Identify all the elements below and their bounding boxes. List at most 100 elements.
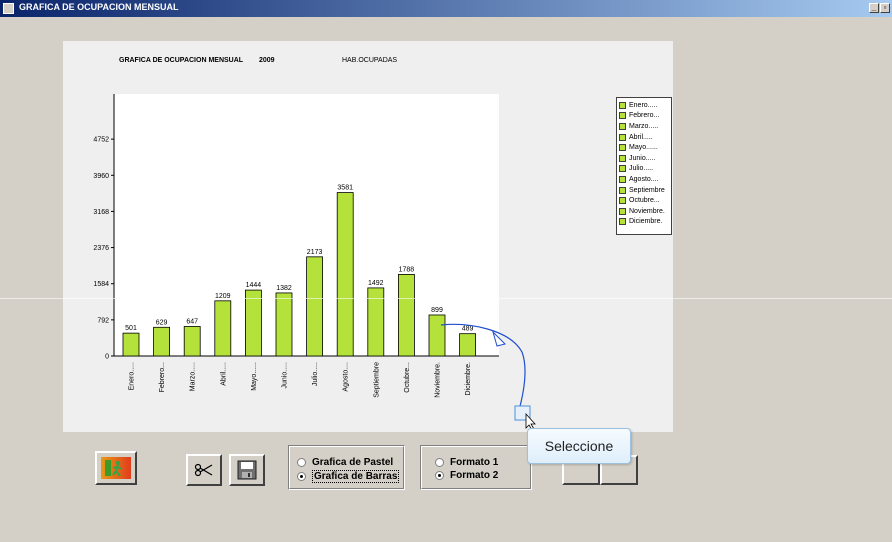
chart-type-group: Grafica de Pastel Grafica de Barras — [288, 445, 405, 490]
bar — [275, 292, 293, 357]
legend-item: Octubre... — [619, 195, 671, 206]
save-button[interactable] — [229, 454, 265, 486]
legend-item: Abril..... — [619, 132, 671, 143]
legend-item: Marzo..... — [619, 121, 671, 132]
radio-format-1-label: Formato 1 — [450, 457, 499, 468]
legend-label: Diciembre. — [629, 218, 663, 226]
legend-swatch — [619, 112, 626, 120]
radio-bar-chart[interactable]: Grafica de Barras — [297, 470, 400, 483]
bar — [459, 333, 477, 357]
bar-chart: GRAFICA DE OCUPACION MENSUAL 2009 HAB.OC… — [93, 57, 499, 398]
exit-door-icon — [101, 457, 131, 479]
radio-bar-label: Grafica de Barras — [312, 470, 400, 483]
chart-panel: GRAFICA DE OCUPACION MENSUAL 2009 HAB.OC… — [63, 41, 673, 432]
scissors-icon — [194, 463, 213, 477]
x-tick-label: Agosto.... — [343, 362, 350, 392]
bar — [397, 274, 415, 357]
legend-swatch — [619, 154, 626, 162]
chart-subtitle: HAB.OCUPADAS — [342, 57, 397, 64]
format-group: Formato 1 Formato 2 — [420, 445, 532, 490]
legend-swatch — [619, 175, 626, 183]
y-tick-label: 4752 — [93, 137, 109, 144]
bar-value-label: 1788 — [399, 266, 415, 273]
y-tick-label: 3168 — [93, 209, 109, 216]
minimize-button[interactable]: _ — [869, 3, 879, 13]
bar-value-label: 629 — [156, 319, 168, 326]
legend-item: Diciembre. — [619, 217, 671, 228]
bar — [153, 326, 170, 357]
app-icon — [3, 3, 14, 14]
legend-label: Marzo..... — [629, 122, 659, 130]
radio-circle[interactable] — [435, 458, 444, 467]
legend-swatch — [619, 186, 626, 194]
legend-item: Enero..... — [619, 100, 671, 111]
bar-value-label: 501 — [125, 325, 137, 332]
bar — [183, 326, 201, 357]
legend-item: Septiembre — [619, 185, 671, 196]
y-tick-label: 1584 — [93, 281, 109, 288]
y-tick-label: 792 — [97, 317, 109, 324]
bar-value-label: 899 — [431, 307, 443, 314]
bar-value-label: 2173 — [307, 249, 323, 256]
legend-item: Agosto.... — [619, 174, 671, 185]
radio-format-1[interactable]: Formato 1 — [435, 457, 498, 468]
separator-line — [0, 298, 892, 299]
x-tick-label: Octubre... — [404, 362, 411, 393]
radio-pie-label: Grafica de Pastel — [312, 457, 394, 468]
legend-swatch — [619, 218, 626, 226]
x-tick-label: Junio..... — [282, 362, 289, 389]
restore-button[interactable]: ▫ — [880, 3, 890, 13]
y-tick-label: 3960 — [93, 173, 109, 180]
bar — [336, 192, 354, 357]
radio-format-2[interactable]: Formato 2 — [435, 470, 498, 481]
legend-label: Enero..... — [629, 101, 658, 109]
legend-label: Mayo...... — [629, 144, 658, 152]
y-tick-label: 2376 — [93, 245, 109, 252]
bar — [244, 289, 262, 357]
legend-swatch — [619, 133, 626, 141]
cut-button[interactable] — [186, 454, 222, 486]
bar-value-label: 1444 — [246, 282, 262, 289]
bar-value-label: 1492 — [368, 280, 384, 287]
legend-swatch — [619, 101, 626, 109]
legend-label: Junio..... — [629, 154, 656, 162]
exit-button[interactable] — [95, 451, 137, 485]
y-tick-label: 0 — [105, 354, 109, 361]
legend-swatch — [619, 165, 626, 173]
legend-label: Julio..... — [629, 165, 654, 173]
legend-label: Abril..... — [629, 133, 653, 141]
radio-pie-chart[interactable]: Grafica de Pastel — [297, 457, 393, 468]
radio-circle[interactable] — [297, 458, 306, 467]
legend-swatch — [619, 122, 626, 130]
legend-item: Julio..... — [619, 164, 671, 175]
bar-value-label: 1382 — [276, 285, 292, 292]
legend-item: Noviembre. — [619, 206, 671, 217]
legend-swatch — [619, 207, 626, 215]
radio-circle[interactable] — [297, 472, 306, 481]
x-tick-label: Julio..... — [312, 362, 319, 386]
x-tick-label: Mayo...... — [251, 362, 258, 391]
radio-format-2-label: Formato 2 — [450, 470, 499, 481]
chart-year: 2009 — [259, 57, 275, 64]
radio-circle[interactable] — [435, 471, 444, 480]
chart-legend: Enero..... Febrero... Marzo..... Abril.....… — [616, 97, 672, 235]
x-tick-label: Septiembre — [373, 362, 380, 398]
legend-item: Febrero... — [619, 111, 671, 122]
title-bar: GRAFICA DE OCUPACION MENSUAL _ ▫ — [0, 0, 892, 17]
x-tick-label: Noviembre. — [435, 362, 442, 398]
bar-value-label: 647 — [186, 318, 198, 325]
legend-item: Junio..... — [619, 153, 671, 164]
x-tick-label: Abril..... — [220, 362, 227, 386]
legend-label: Septiembre — [629, 186, 665, 194]
x-tick-label: Diciembre. — [465, 362, 472, 396]
x-tick-label: Marzo..... — [190, 362, 197, 391]
chart-title: GRAFICA DE OCUPACION MENSUAL — [119, 57, 244, 64]
window-title: GRAFICA DE OCUPACION MENSUAL — [19, 2, 179, 12]
floppy-disk-icon — [237, 460, 257, 480]
legend-item: Mayo...... — [619, 142, 671, 153]
tooltip: Seleccione — [527, 428, 631, 464]
bar — [428, 314, 446, 357]
legend-label: Octubre... — [629, 197, 660, 205]
x-tick-label: Febrero... — [159, 362, 166, 392]
bar — [122, 332, 140, 357]
